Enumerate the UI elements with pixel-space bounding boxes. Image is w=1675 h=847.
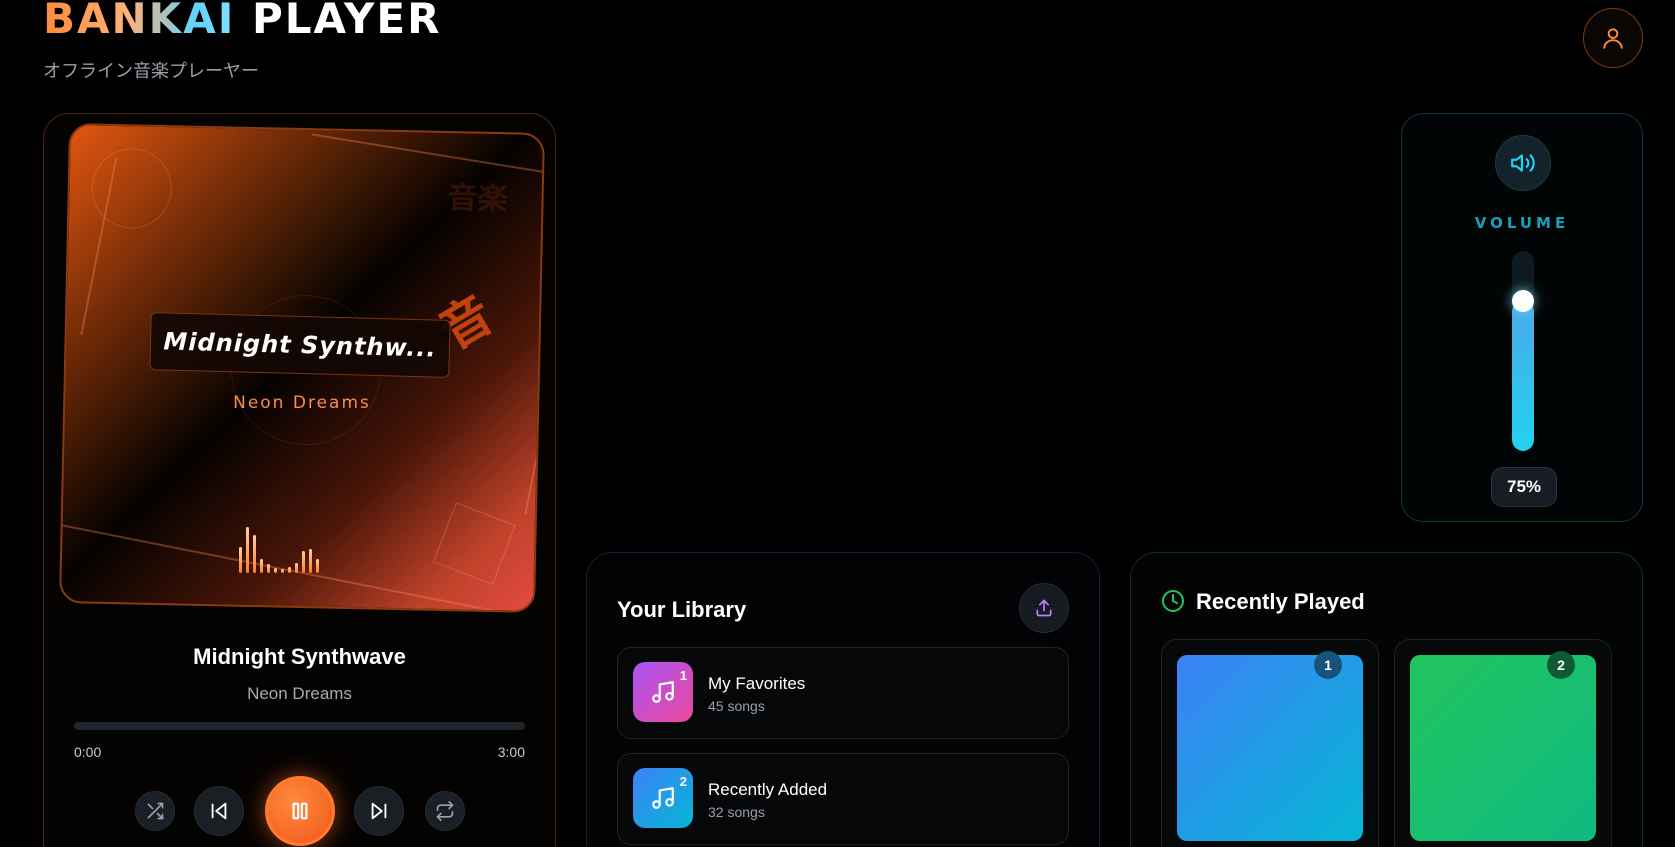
next-icon xyxy=(371,802,387,820)
playlist-count: 45 songs xyxy=(708,698,765,714)
eq-bar xyxy=(274,568,277,573)
equalizer-visualizer xyxy=(239,523,319,573)
eq-bar xyxy=(295,563,298,573)
app-logo: BANKAI PLAYER xyxy=(43,0,441,44)
playlist-item[interactable]: 1 My Favorites 45 songs xyxy=(617,647,1069,739)
album-title: Midnight Synthw... xyxy=(163,327,437,363)
track-artist: Neon Dreams xyxy=(247,684,352,703)
pause-icon xyxy=(292,802,308,820)
volume-slider[interactable] xyxy=(1512,251,1534,451)
recently-played-card: Recently Played 1 2 xyxy=(1130,552,1643,847)
profile-button[interactable] xyxy=(1583,8,1643,68)
album-art: 音楽 音 ♪ Midnight Synthw... Neon Dreams xyxy=(59,123,545,613)
recently-played-title: Recently Played xyxy=(1196,589,1365,614)
upload-icon xyxy=(1036,599,1052,617)
eq-bar xyxy=(302,551,305,573)
music-note-icon xyxy=(652,681,674,703)
brand-word-2: PLAYER xyxy=(251,0,442,43)
playlist-thumbnail: 1 xyxy=(633,662,693,722)
recent-track-card[interactable]: 2 xyxy=(1394,639,1612,847)
playlist-thumbnail: 2 xyxy=(633,768,693,828)
rank-badge: 1 xyxy=(1314,651,1342,679)
decor-line xyxy=(311,133,545,174)
volume-card: VOLUME 75% xyxy=(1401,113,1643,522)
album-title-plate: Midnight Synthw... xyxy=(149,312,451,378)
rank-badge: 2 xyxy=(1547,651,1575,679)
now-playing-card: 音楽 音 ♪ Midnight Synthw... Neon Dreams Mi… xyxy=(43,113,556,847)
eq-bar xyxy=(253,535,256,573)
brand-word-1: BANKAI xyxy=(43,0,235,43)
volume-knob[interactable] xyxy=(1512,290,1534,312)
playlist-name: Recently Added xyxy=(708,780,828,799)
next-button[interactable] xyxy=(354,786,404,836)
time-current: 0:00 xyxy=(74,744,102,760)
eq-bar xyxy=(281,569,284,573)
speaker-icon xyxy=(1511,154,1535,172)
recent-track-card[interactable]: 1 xyxy=(1161,639,1379,847)
playlist-index: 1 xyxy=(679,668,687,683)
playlist-name: My Favorites xyxy=(708,674,806,693)
app-subtitle: オフライン音楽プレーヤー xyxy=(43,61,259,82)
clock-icon xyxy=(1162,590,1184,612)
user-icon xyxy=(1603,28,1623,49)
album-glyph: 音楽 xyxy=(447,181,508,218)
music-note-icon xyxy=(652,787,674,809)
decor-line xyxy=(524,317,545,515)
repeat-button[interactable] xyxy=(425,791,465,831)
volume-percent: 75% xyxy=(1491,467,1557,507)
library-title: Your Library xyxy=(617,597,747,622)
volume-fill xyxy=(1512,301,1534,451)
album-artist: Neon Dreams xyxy=(233,393,371,413)
eq-bar xyxy=(239,547,242,573)
decor-square xyxy=(432,502,516,586)
eq-bar xyxy=(316,559,319,573)
music-note-icon: ♪ xyxy=(92,525,105,553)
track-title: Midnight Synthwave xyxy=(193,644,406,669)
eq-bar xyxy=(246,527,249,573)
recent-track-artwork xyxy=(1410,655,1596,841)
volume-label: VOLUME xyxy=(1474,214,1570,232)
eq-bar xyxy=(288,567,291,573)
eq-bar xyxy=(309,549,312,573)
previous-button[interactable] xyxy=(194,786,244,836)
playback-controls xyxy=(44,776,555,846)
shuffle-button[interactable] xyxy=(135,791,175,831)
mute-button[interactable] xyxy=(1495,135,1551,191)
previous-icon xyxy=(211,802,227,820)
repeat-icon xyxy=(436,801,454,821)
upload-button[interactable] xyxy=(1019,583,1069,633)
progress-bar[interactable] xyxy=(74,722,525,730)
play-pause-button[interactable] xyxy=(265,776,335,846)
eq-bar xyxy=(267,564,270,573)
recent-track-artwork xyxy=(1177,655,1363,841)
playlist-item[interactable]: 2 Recently Added 32 songs xyxy=(617,753,1069,845)
shuffle-icon xyxy=(147,802,164,820)
playlist-count: 32 songs xyxy=(708,804,765,820)
time-total: 3:00 xyxy=(497,744,525,760)
playlist-index: 2 xyxy=(679,774,687,789)
library-card: Your Library 1 My Favorites 45 songs 2 R… xyxy=(586,552,1100,847)
eq-bar xyxy=(260,559,263,573)
